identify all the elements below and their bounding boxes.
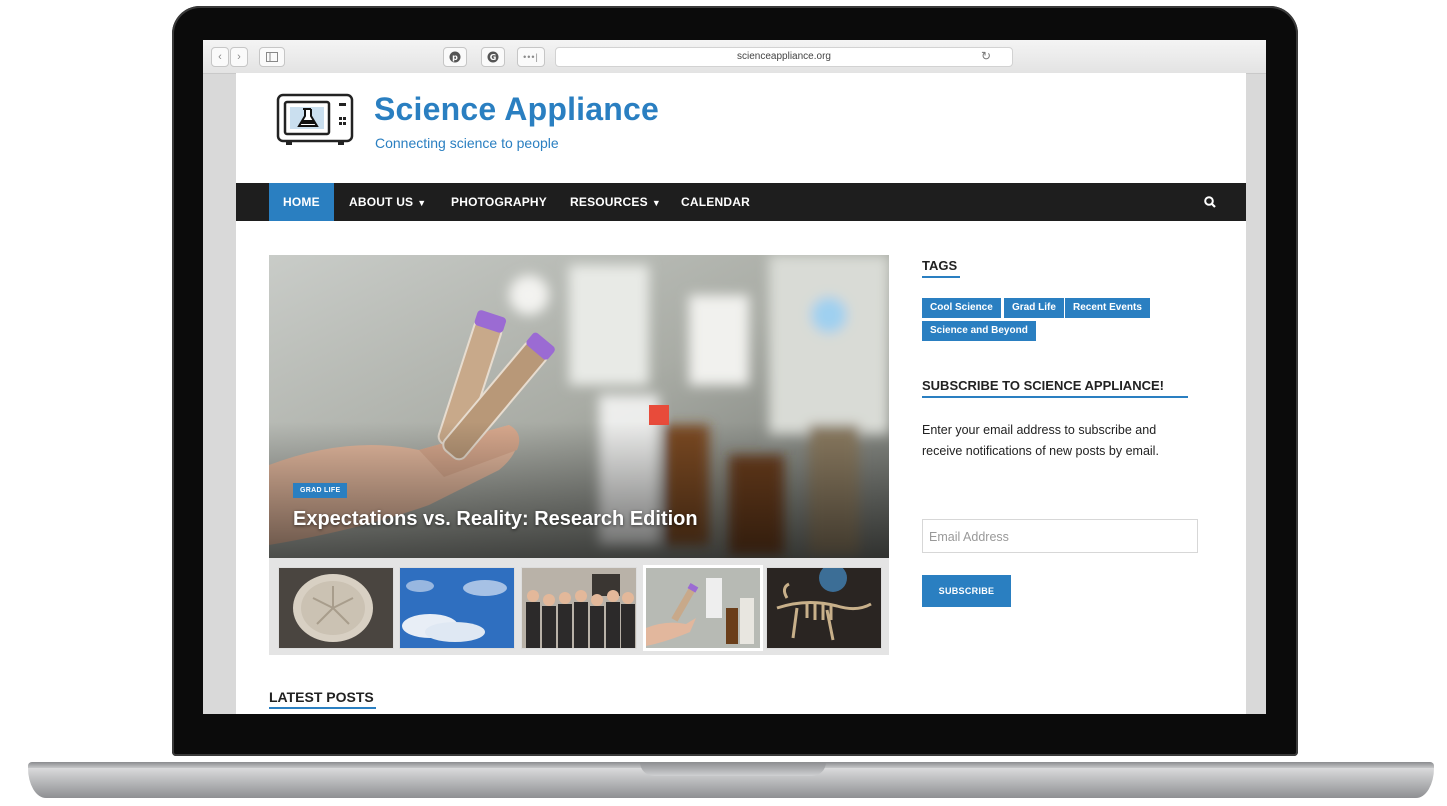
featured-slider: GRAD LIFE Expectations vs. Reality: Rese… xyxy=(269,255,889,655)
thumbnail-dinosaur[interactable] xyxy=(766,567,882,649)
nav-photography[interactable]: PHOTOGRAPHY xyxy=(437,183,561,221)
more-button[interactable]: •••| xyxy=(517,47,545,67)
thumbnail-sand-dollar[interactable] xyxy=(278,567,394,649)
caret-down-icon: ▼ xyxy=(651,198,661,208)
website: Science Appliance Connecting science to … xyxy=(236,73,1246,714)
tag-science-and-beyond[interactable]: Science and Beyond xyxy=(922,321,1036,341)
tag-cool-science[interactable]: Cool Science xyxy=(922,298,1001,318)
tags-heading: TAGS xyxy=(922,258,958,273)
laptop-notch xyxy=(640,762,826,776)
thumbnail-sky[interactable] xyxy=(399,567,515,649)
sidebar-toggle-icon xyxy=(266,52,278,62)
nav-label: ABOUT US xyxy=(349,195,414,209)
email-field[interactable]: Email Address xyxy=(922,519,1198,553)
subscribe-heading: SUBSCRIBE TO SCIENCE APPLIANCE! xyxy=(922,378,1164,393)
site-tagline: Connecting science to people xyxy=(375,135,559,151)
subscribe-button[interactable]: SUBSCRIBE xyxy=(922,575,1011,607)
nav-label: PHOTOGRAPHY xyxy=(451,195,547,209)
pinterest-icon: p xyxy=(449,51,461,63)
extension-button[interactable]: G xyxy=(481,47,505,67)
email-placeholder: Email Address xyxy=(929,530,1009,544)
caret-down-icon: ▼ xyxy=(417,198,427,208)
nav-calendar[interactable]: CALENDAR xyxy=(667,183,764,221)
featured-post[interactable]: GRAD LIFE Expectations vs. Reality: Rese… xyxy=(269,255,889,558)
extension-icon: G xyxy=(487,51,499,63)
tag-recent-events[interactable]: Recent Events xyxy=(1065,298,1150,318)
nav-label: CALENDAR xyxy=(681,195,750,209)
latest-posts-heading: LATEST POSTS xyxy=(269,689,374,705)
url-text: scienceappliance.org xyxy=(737,51,831,62)
appliance-flask-icon xyxy=(276,93,354,145)
nav-label: RESOURCES xyxy=(570,195,648,209)
tag-grad-life[interactable]: Grad Life xyxy=(1004,298,1064,318)
site-title[interactable]: Science Appliance xyxy=(374,91,659,128)
heading-underline xyxy=(269,707,376,709)
svg-text:G: G xyxy=(490,53,497,62)
nav-label: HOME xyxy=(283,195,320,209)
chevron-right-icon: › xyxy=(237,51,241,63)
sidebar-toggle-button[interactable] xyxy=(259,47,285,67)
forward-button[interactable]: › xyxy=(230,47,248,67)
reload-icon[interactable]: ↻ xyxy=(981,47,991,65)
nav-about-us[interactable]: ABOUT US ▼ xyxy=(335,183,440,221)
group-photo xyxy=(522,568,636,648)
nav-search-button[interactable] xyxy=(1204,183,1216,221)
featured-post-title[interactable]: Expectations vs. Reality: Research Editi… xyxy=(293,508,698,531)
laptop-screen: ‹ › p G •••| scienceappliance.org ↻ Scie… xyxy=(203,40,1266,714)
sand-dollar-photo xyxy=(279,568,393,648)
chevron-left-icon: ‹ xyxy=(218,51,222,63)
pinterest-button[interactable]: p xyxy=(443,47,467,67)
laptop-chin xyxy=(203,714,1266,744)
heading-underline xyxy=(922,276,960,278)
thumbnail-lab-tubes[interactable] xyxy=(645,567,761,649)
search-icon xyxy=(1204,195,1216,208)
address-bar[interactable]: scienceappliance.org xyxy=(555,47,1013,67)
thumbnail-group[interactable] xyxy=(521,567,637,649)
more-dots-icon: •••| xyxy=(523,52,539,62)
main-navigation: HOME ABOUT US ▼ PHOTOGRAPHY RESOURCES ▼ CA… xyxy=(236,183,1246,221)
subscribe-description: Enter your email address to subscribe an… xyxy=(922,423,1159,458)
dinosaur-skeleton-photo xyxy=(767,568,881,648)
heading-underline xyxy=(922,396,1188,398)
back-button[interactable]: ‹ xyxy=(211,47,229,67)
nav-resources[interactable]: RESOURCES ▼ xyxy=(556,183,675,221)
browser-toolbar: ‹ › p G •••| scienceappliance.org ↻ xyxy=(203,40,1266,74)
lab-tubes-thumb-photo xyxy=(646,568,760,648)
nav-home[interactable]: HOME xyxy=(269,183,334,221)
post-category-badge[interactable]: GRAD LIFE xyxy=(293,483,348,498)
svg-text:p: p xyxy=(452,53,458,62)
site-logo[interactable] xyxy=(276,93,356,149)
sky-clouds-photo xyxy=(400,568,514,648)
